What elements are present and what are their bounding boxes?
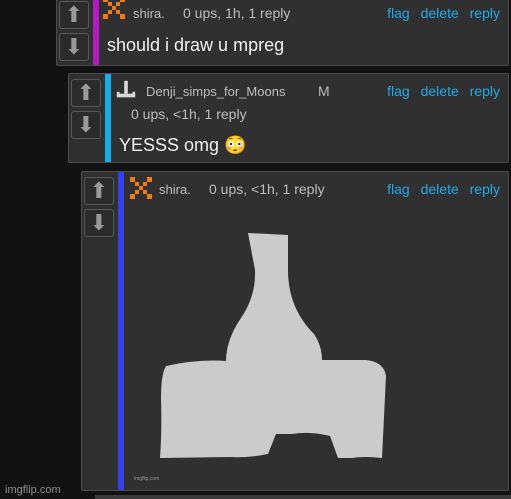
pixel-avatar-icon bbox=[103, 0, 125, 19]
comment-accent-bar bbox=[105, 74, 111, 162]
default-avatar-icon bbox=[116, 80, 136, 98]
comment-image[interactable]: imgflip.com bbox=[126, 208, 506, 488]
next-comment-edge bbox=[95, 495, 511, 499]
delete-link[interactable]: delete bbox=[421, 5, 459, 21]
user-badge: M bbox=[318, 83, 330, 99]
comment-3: ⬆ ⬇ shira. 0 ups, <1h, 1 reply flag dele… bbox=[81, 171, 509, 491]
vote-controls: ⬆ ⬇ bbox=[59, 0, 89, 65]
comment-meta: 0 ups, <1h, 1 reply bbox=[131, 106, 247, 122]
footer-watermark: imgflip.com bbox=[5, 484, 61, 496]
comment-actions: flag delete reply bbox=[380, 181, 500, 197]
upvote-button[interactable]: ⬆ bbox=[84, 177, 114, 205]
comment-accent-bar bbox=[118, 172, 124, 490]
image-watermark: imgflip.com bbox=[134, 476, 160, 482]
comment-username[interactable]: shira. bbox=[159, 182, 191, 197]
arrow-down-icon: ⬇ bbox=[89, 210, 109, 236]
delete-link[interactable]: delete bbox=[421, 181, 459, 197]
arrow-down-icon: ⬇ bbox=[76, 112, 96, 138]
arrow-up-icon: ⬆ bbox=[76, 80, 96, 106]
comment-meta: 0 ups, <1h, 1 reply bbox=[209, 181, 325, 197]
arrow-up-icon: ⬆ bbox=[89, 178, 109, 204]
comment-username[interactable]: Denji_simps_for_Moons bbox=[146, 84, 285, 99]
comment-text: should i draw u mpreg bbox=[107, 35, 285, 55]
comment-meta: 0 ups, 1h, 1 reply bbox=[183, 5, 291, 21]
comment-text: YESSS omg 😳 bbox=[119, 135, 247, 155]
comment-actions: flag delete reply bbox=[380, 5, 500, 21]
delete-link[interactable]: delete bbox=[421, 83, 459, 99]
vote-controls: ⬆ ⬇ bbox=[84, 172, 114, 241]
reply-link[interactable]: reply bbox=[470, 83, 500, 99]
comment-2: ⬆ ⬇ Denji_simps_for_Moons M 0 ups, <1h, … bbox=[68, 73, 509, 163]
comment-accent-bar bbox=[93, 0, 99, 65]
comment-1: ⬆ ⬇ shira. 0 ups, 1h, 1 reply flag delet… bbox=[56, 0, 509, 66]
comment-username[interactable]: shira. bbox=[133, 6, 165, 21]
reply-link[interactable]: reply bbox=[470, 5, 500, 21]
downvote-button[interactable]: ⬇ bbox=[71, 111, 101, 139]
flag-link[interactable]: flag bbox=[387, 83, 410, 99]
arrow-up-icon: ⬆ bbox=[64, 2, 84, 28]
downvote-button[interactable]: ⬇ bbox=[59, 33, 89, 61]
arrow-down-icon: ⬇ bbox=[64, 34, 84, 60]
flag-link[interactable]: flag bbox=[387, 181, 410, 197]
flag-link[interactable]: flag bbox=[387, 5, 410, 21]
drawing-image bbox=[160, 233, 386, 458]
downvote-button[interactable]: ⬇ bbox=[84, 209, 114, 237]
comment-actions: flag delete reply bbox=[380, 83, 500, 99]
vote-controls: ⬆ ⬇ bbox=[71, 74, 101, 143]
upvote-button[interactable]: ⬆ bbox=[59, 1, 89, 29]
upvote-button[interactable]: ⬆ bbox=[71, 79, 101, 107]
reply-link[interactable]: reply bbox=[470, 181, 500, 197]
pixel-avatar-icon bbox=[130, 177, 152, 199]
